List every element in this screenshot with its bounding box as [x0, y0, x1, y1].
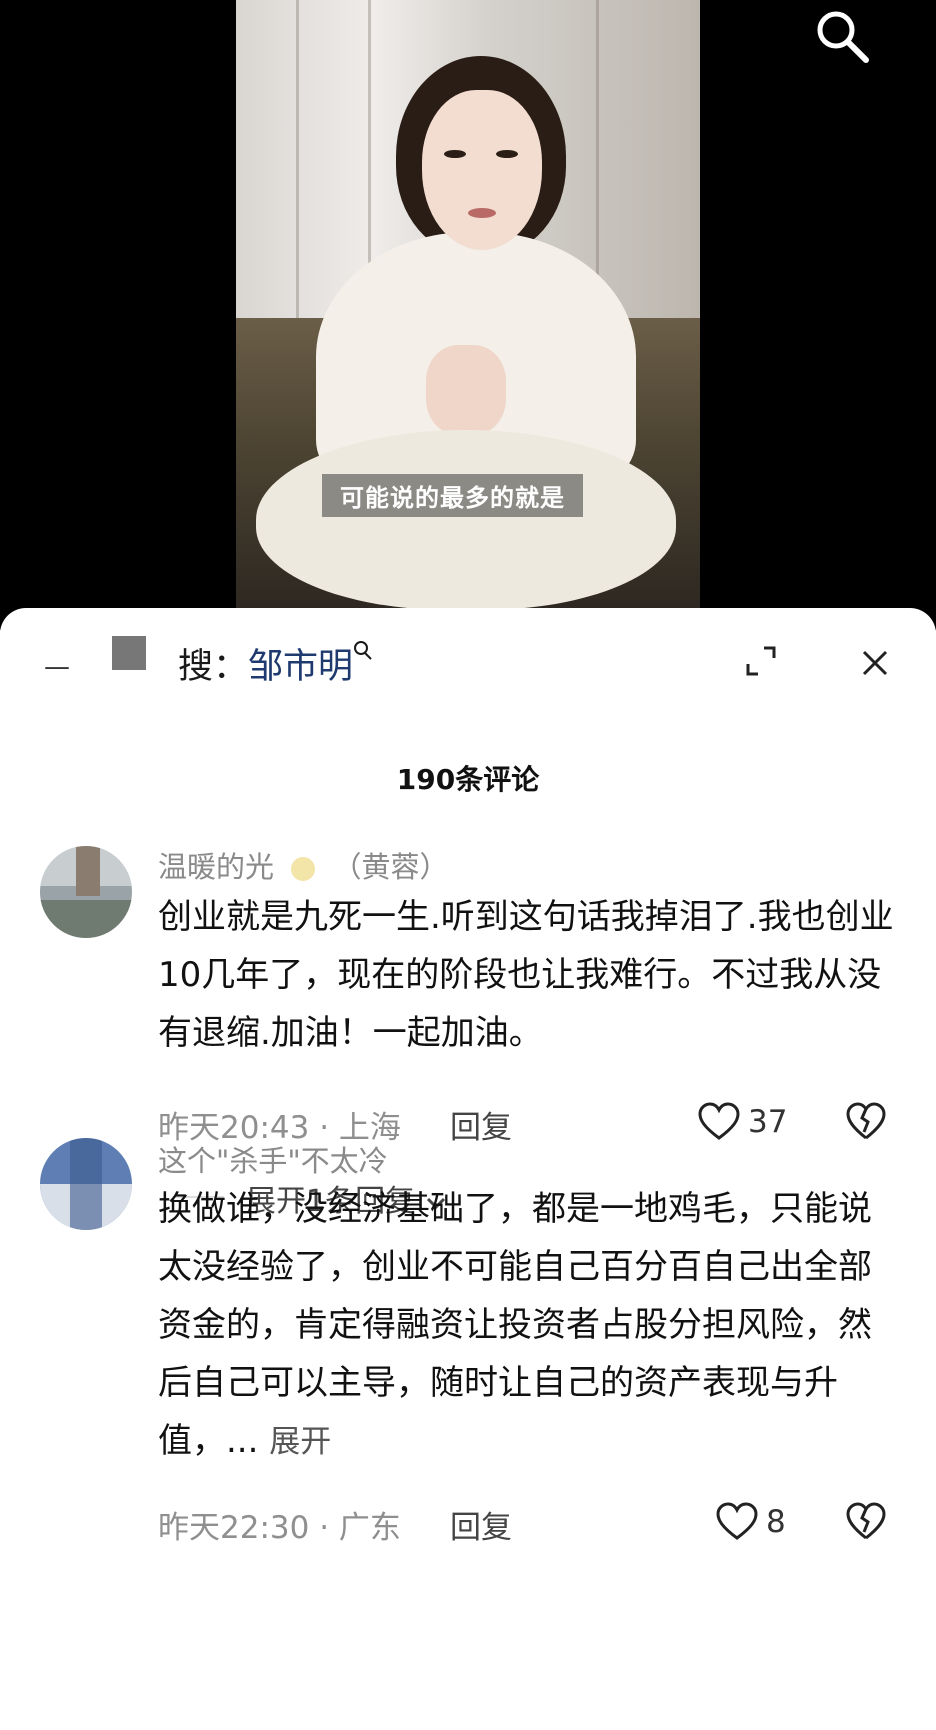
avatar-image: [40, 846, 132, 938]
username-text: 温暖的光: [158, 850, 275, 884]
eye: [496, 150, 518, 158]
avatar[interactable]: [40, 1138, 132, 1230]
search-suggestion[interactable]: 搜：邹市明: [178, 638, 373, 689]
mouth: [468, 208, 496, 218]
comment-text[interactable]: 创业就是九死一生.听到这句话我掉泪了.我也创业10几年了，现在的阶段也让我难行。…: [158, 888, 898, 1062]
eye: [444, 150, 466, 158]
comments-sheet: — 搜：邹市明 190条评论 温暖的光 （黄蓉） 创业就是九死一生.听到这句话我…: [0, 608, 936, 1730]
search-prefix: 搜：: [178, 647, 249, 687]
comment-time: 昨天22:30: [158, 1510, 310, 1546]
video-frame: [236, 0, 700, 612]
avatar-image: [40, 1138, 132, 1230]
sun-emoji-icon: [291, 857, 316, 881]
curtain-stripe: [296, 0, 299, 330]
meta-separator: ·: [309, 1510, 339, 1546]
reply-button[interactable]: 回复: [450, 1102, 512, 1147]
pillow: [256, 430, 676, 610]
search-suggestion-row[interactable]: — 搜：邹市明: [0, 608, 936, 718]
person-face: [422, 90, 542, 250]
search-keyword: 邹市明: [248, 647, 354, 687]
heart-icon[interactable]: [698, 1102, 740, 1142]
reply-button[interactable]: 回复: [450, 1502, 512, 1547]
broken-heart-icon[interactable]: [846, 1102, 886, 1142]
video-subtitle: 可能说的最多的就是: [322, 474, 583, 517]
row-dash: —: [44, 652, 70, 682]
like-count: 37: [748, 1104, 788, 1140]
avatar[interactable]: [40, 846, 132, 938]
comment-username[interactable]: 温暖的光 （黄蓉）: [158, 844, 448, 886]
expand-icon[interactable]: [744, 644, 778, 678]
close-icon[interactable]: [858, 646, 892, 680]
expand-text-button[interactable]: 展开: [269, 1424, 331, 1460]
comment-text-body: 换做谁，没经济基础了，都是一地鸡毛，只能说太没经验了，创业不可能自己百分百自己出…: [158, 1189, 872, 1461]
comment-meta: 昨天22:30 · 广东: [158, 1502, 401, 1547]
username-suffix: （黄蓉）: [332, 850, 449, 884]
comment-count-title: 190条评论: [396, 763, 540, 796]
video-player[interactable]: 可能说的最多的就是: [0, 0, 936, 630]
search-icon[interactable]: [812, 6, 872, 66]
comment-text[interactable]: 换做谁，没经济基础了，都是一地鸡毛，只能说太没经验了，创业不可能自己百分百自己出…: [158, 1180, 898, 1471]
like-count: 8: [766, 1504, 786, 1540]
search-small-icon: [354, 641, 372, 660]
person-hands: [426, 345, 506, 435]
comment-location: 广东: [338, 1510, 401, 1546]
thumbnail-placeholder: [112, 636, 146, 670]
heart-icon[interactable]: [716, 1502, 758, 1542]
comment-username[interactable]: 这个"杀手"不太冷: [158, 1138, 388, 1180]
broken-heart-icon[interactable]: [846, 1502, 886, 1542]
